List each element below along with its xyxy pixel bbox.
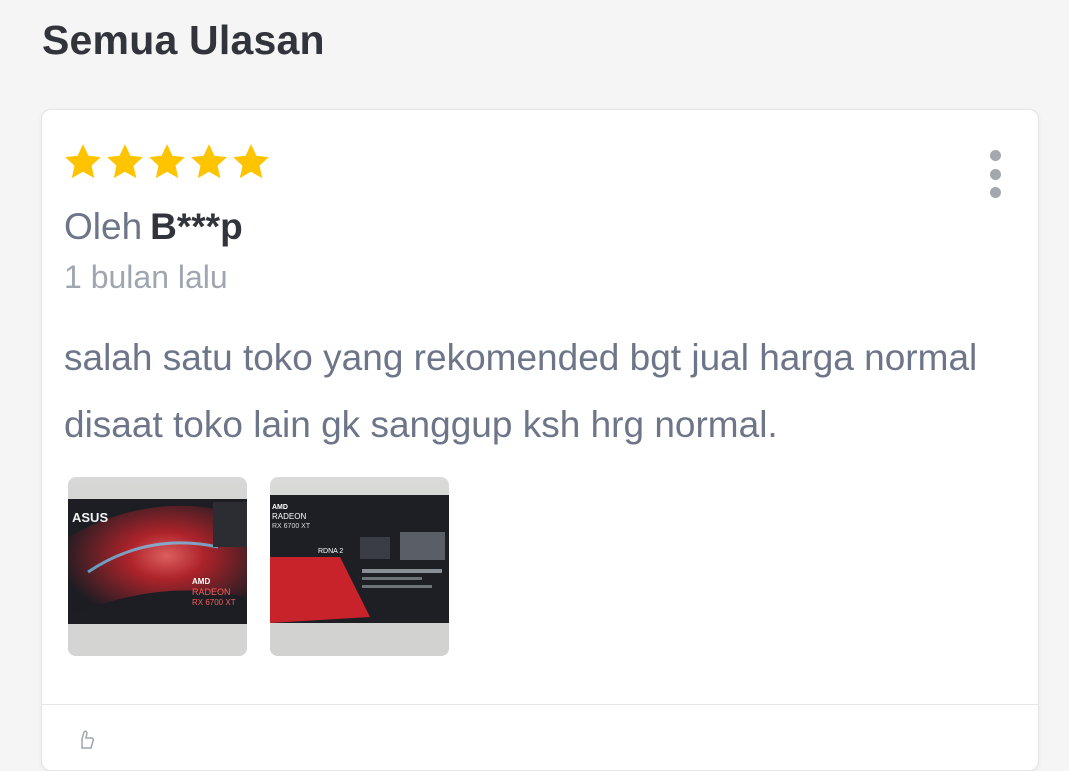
photo-brand: ASUS	[72, 510, 108, 525]
more-vertical-icon[interactable]	[988, 150, 1002, 198]
star-icon	[191, 144, 227, 179]
star-icon	[149, 144, 185, 179]
like-icon[interactable]	[78, 730, 94, 750]
review-photo-2[interactable]: AMD RADEON RX 6700 XT RDNA 2	[270, 477, 449, 656]
photo2-line2: RADEON	[272, 512, 306, 521]
menu-dot	[989, 187, 1001, 198]
rating-stars	[62, 140, 272, 184]
photo2-line1: AMD	[272, 504, 288, 511]
menu-dot	[989, 168, 1001, 180]
star-icon	[107, 144, 143, 179]
review-text: salah satu toko yang rekomended bgt jual…	[64, 337, 978, 445]
photo-line2: RADEON	[192, 587, 231, 597]
card-divider	[42, 704, 1038, 705]
photo-line1: AMD	[192, 577, 210, 586]
gpu-box-front-image: ASUS AMD RADEON RX 6700 XT	[68, 477, 247, 656]
review-photo-1[interactable]: ASUS AMD RADEON RX 6700 XT	[68, 477, 247, 656]
menu-dot	[989, 150, 1001, 161]
photo2-line3: RX 6700 XT	[272, 523, 311, 530]
by-label: Oleh	[64, 206, 143, 247]
photo-line3: RX 6700 XT	[192, 598, 236, 607]
reviewer-name: B***p	[150, 206, 243, 247]
star-icon	[65, 144, 101, 179]
review-card: Oleh B***p 1 bulan lalu salah satu toko y…	[41, 109, 1039, 771]
review-timestamp: 1 bulan lalu	[64, 259, 228, 295]
reviewer-line: Oleh B***p	[64, 204, 243, 250]
star-icon	[233, 144, 269, 179]
photo2-line4: RDNA 2	[318, 548, 343, 555]
page-title: Semua Ulasan	[42, 17, 325, 63]
review-photos: ASUS AMD RADEON RX 6700 XT AMD RADEON RX…	[68, 477, 449, 656]
gpu-box-back-image: AMD RADEON RX 6700 XT RDNA 2	[270, 477, 449, 656]
